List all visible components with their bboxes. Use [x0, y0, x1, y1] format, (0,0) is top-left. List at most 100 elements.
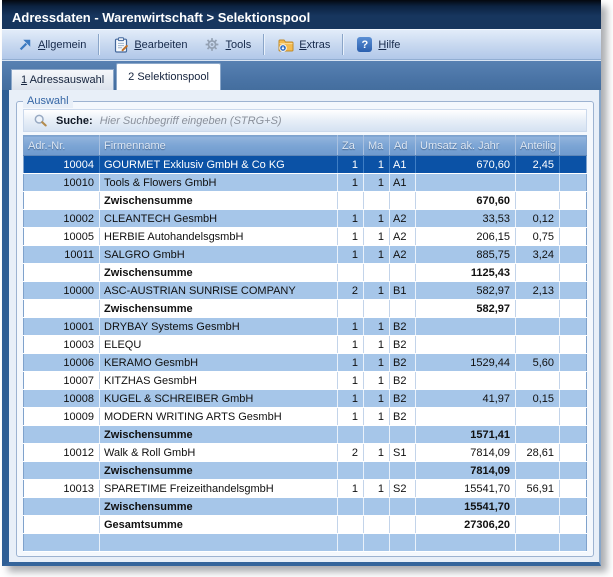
table-row[interactable]: 10010Tools & Flowers GmbH11A1 [24, 174, 587, 192]
toolbar-button-hilfe[interactable]: ?Hilfe [348, 33, 408, 56]
table-row[interactable]: 10006KERAMO GesmbH11B21529,445,60 [24, 354, 587, 372]
table-row[interactable]: 10005HERBIE AutohandelsgsmbH11A2206,150,… [24, 228, 587, 246]
cell-anteilig: 56,91 [516, 480, 560, 498]
cell-anteilig [516, 174, 560, 192]
cell-anteilig: 3,24 [516, 246, 560, 264]
cell-spacer [560, 372, 587, 390]
cell-name: HERBIE AutohandelsgsmbH [100, 228, 338, 246]
table-row[interactable]: 10007KITZHAS GesmbH11B2 [24, 372, 587, 390]
table-row[interactable]: 10013SPARETIME FreizeithandelsgmbH11S215… [24, 480, 587, 498]
cell-nr [24, 264, 100, 282]
table-row-subtotal[interactable]: Zwischensumme1125,43 [24, 264, 587, 282]
cell-anteilig [516, 408, 560, 426]
selection-table-wrap: Adr.-Nr.FirmennameZaMaAdUmsatz ak. JahrA… [23, 135, 587, 552]
search-placeholder: Hier Suchbegriff eingeben (STRG+S) [100, 115, 282, 127]
cell-ma: 1 [364, 156, 390, 174]
column-header[interactable]: Firmenname [100, 136, 338, 156]
toolbar-button-label: Tools [226, 39, 252, 51]
table-row[interactable]: 10001DRYBAY Systems GesmbH11B2 [24, 318, 587, 336]
toolbar-button-tools[interactable]: Tools [196, 33, 260, 56]
cell-umsatz: 885,75 [416, 246, 516, 264]
toolbar-button-extras[interactable]: Extras [269, 33, 338, 56]
cell-name: DRYBAY Systems GesmbH [100, 318, 338, 336]
column-header[interactable]: Umsatz ak. Jahr [416, 136, 516, 156]
table-row[interactable]: 10011SALGRO GmbH11A2885,753,24 [24, 246, 587, 264]
table-row[interactable]: 10004GOURMET Exklusiv GmbH & Co KG11A167… [24, 156, 587, 174]
cell-anteilig [516, 462, 560, 480]
cell-ad [390, 534, 416, 552]
cell-za [338, 300, 364, 318]
cell-name: ASC-AUSTRIAN SUNRISE COMPANY [100, 282, 338, 300]
cell-nr: 10007 [24, 372, 100, 390]
search-input[interactable]: Suche: Hier Suchbegriff eingeben (STRG+S… [23, 109, 587, 132]
toolbar-button-bearbeiten[interactable]: Bearbeiten [104, 33, 195, 56]
cell-spacer [560, 390, 587, 408]
cell-anteilig [516, 300, 560, 318]
cell-umsatz: 33,53 [416, 210, 516, 228]
cell-ad [390, 192, 416, 210]
cell-ad: S1 [390, 444, 416, 462]
table-row[interactable]: 10009MODERN WRITING ARTS GesmbH11B2 [24, 408, 587, 426]
search-label: Suche: [56, 115, 93, 127]
cell-nr: 10013 [24, 480, 100, 498]
cell-spacer [560, 426, 587, 444]
cell-ad: B2 [390, 390, 416, 408]
cell-ad: S2 [390, 480, 416, 498]
cell-spacer [560, 516, 587, 534]
cell-za: 1 [338, 408, 364, 426]
table-row-subtotal[interactable]: Zwischensumme582,97 [24, 300, 587, 318]
cell-ad [390, 498, 416, 516]
tab-selektionspool[interactable]: 2 Selektionspool [116, 63, 221, 90]
cell-nr: 10003 [24, 336, 100, 354]
cell-nr [24, 462, 100, 480]
app-window: Adressdaten - Warenwirtschaft > Selektio… [2, 0, 601, 566]
cell-anteilig: 0,15 [516, 390, 560, 408]
column-header[interactable] [560, 136, 587, 156]
cell-name: KERAMO GesmbH [100, 354, 338, 372]
table-row-subtotal[interactable]: Zwischensumme670,60 [24, 192, 587, 210]
table-row-subtotal[interactable]: Zwischensumme15541,70 [24, 498, 587, 516]
cell-spacer [560, 462, 587, 480]
column-header[interactable]: Adr.-Nr. [24, 136, 100, 156]
cell-ma: 1 [364, 336, 390, 354]
column-header[interactable]: Ma [364, 136, 390, 156]
cell-ma: 1 [364, 228, 390, 246]
cell-za [338, 516, 364, 534]
cell-name: Tools & Flowers GmbH [100, 174, 338, 192]
table-row-subtotal[interactable]: Zwischensumme1571,41 [24, 426, 587, 444]
cell-za [338, 426, 364, 444]
cell-ad: A1 [390, 156, 416, 174]
cell-ad: B1 [390, 282, 416, 300]
table-row[interactable]: 10008KUGEL & SCHREIBER GmbH11B241,970,15 [24, 390, 587, 408]
table-row[interactable]: 10002CLEANTECH GesmbH11A233,530,12 [24, 210, 587, 228]
cell-za: 1 [338, 372, 364, 390]
table-row-subtotal[interactable]: Zwischensumme7814,09 [24, 462, 587, 480]
table-row[interactable]: 10003ELEQU11B2 [24, 336, 587, 354]
cell-ad [390, 462, 416, 480]
cell-spacer [560, 408, 587, 426]
cell-ma: 1 [364, 282, 390, 300]
cell-name: CLEANTECH GesmbH [100, 210, 338, 228]
toolbar-separator [263, 34, 265, 55]
cell-umsatz: 1571,41 [416, 426, 516, 444]
cell-anteilig: 2,13 [516, 282, 560, 300]
table-row-total[interactable]: Gesamtsumme27306,20 [24, 516, 587, 534]
tab-adressauswahl[interactable]: 1 Adressauswahl [11, 69, 114, 90]
cell-anteilig [516, 318, 560, 336]
cell-umsatz: 582,97 [416, 282, 516, 300]
column-header[interactable]: Anteilig [516, 136, 560, 156]
cell-za [338, 498, 364, 516]
cell-spacer [560, 264, 587, 282]
cell-name: Walk & Roll GmbH [100, 444, 338, 462]
column-header[interactable]: Ad [390, 136, 416, 156]
column-header[interactable]: Za [338, 136, 364, 156]
cell-nr: 10011 [24, 246, 100, 264]
cell-nr [24, 498, 100, 516]
cell-za: 1 [338, 390, 364, 408]
table-row[interactable]: 10000ASC-AUSTRIAN SUNRISE COMPANY21B1582… [24, 282, 587, 300]
cell-name: Zwischensumme [100, 192, 338, 210]
cell-nr: 10012 [24, 444, 100, 462]
table-row[interactable]: 10012Walk & Roll GmbH21S17814,0928,61 [24, 444, 587, 462]
toolbar-button-allgemein[interactable]: Allgemein [8, 33, 94, 56]
cell-nr [24, 516, 100, 534]
